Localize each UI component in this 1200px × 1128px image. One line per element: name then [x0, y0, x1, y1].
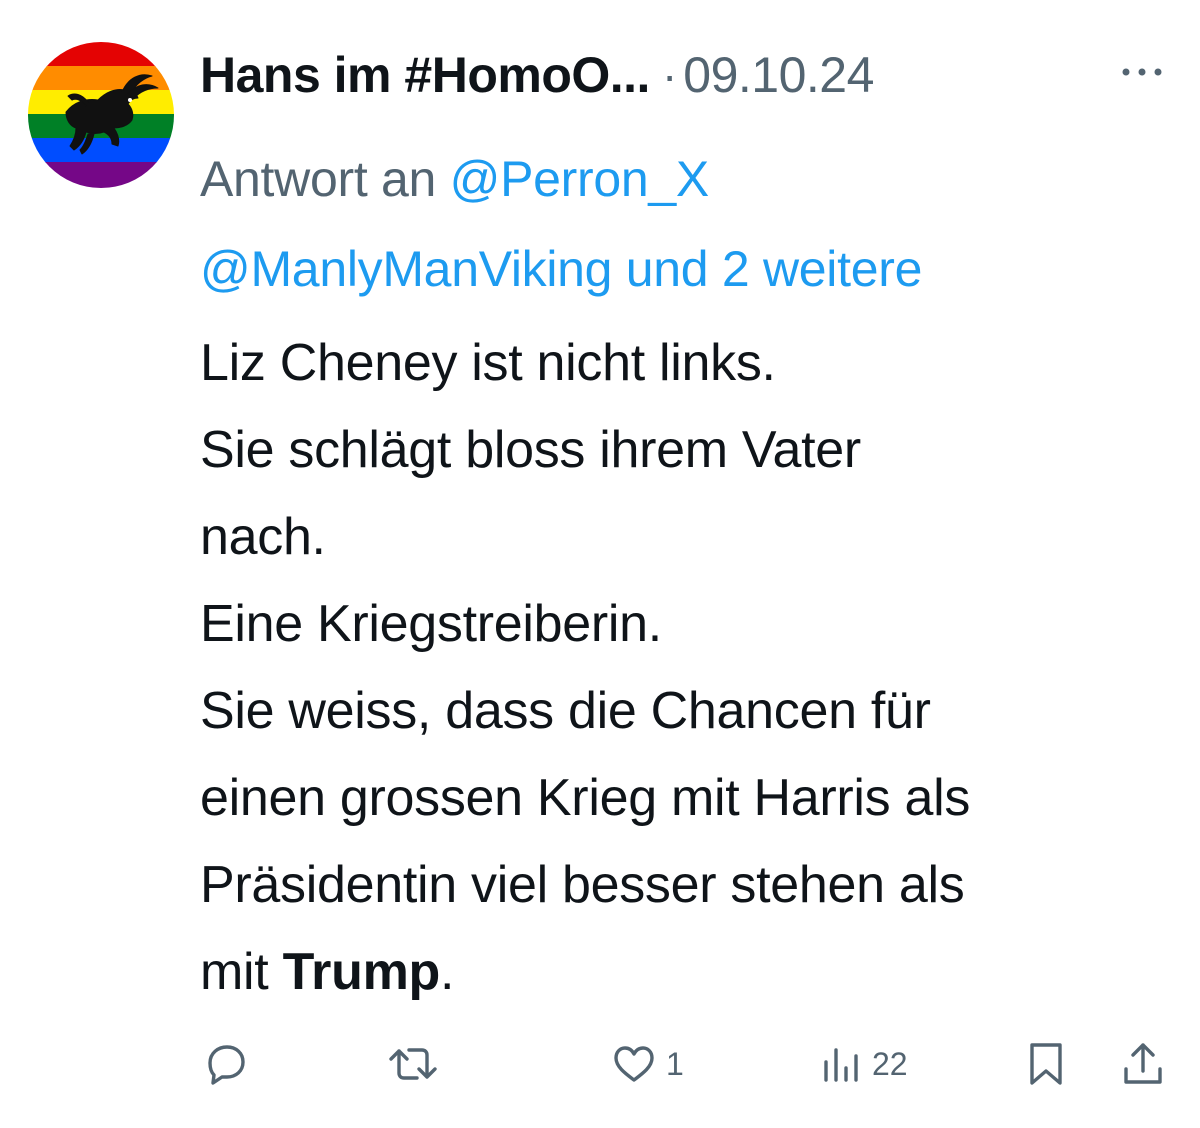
retweet-icon: [389, 1048, 437, 1080]
retweet-button[interactable]: [385, 1032, 441, 1096]
last-line-prefix: mit: [200, 943, 283, 1001]
body-line: nach.: [200, 508, 326, 566]
speech-bubble-icon: [208, 1045, 245, 1085]
tweet[interactable]: Hans im #HomoO... · 09.10.24 Antwort an …: [0, 0, 1200, 1128]
header-separator: ·: [661, 49, 678, 101]
views-button[interactable]: 22: [818, 1032, 908, 1096]
reply-mention-perron[interactable]: @Perron_X: [450, 151, 710, 207]
share-button[interactable]: [1118, 1032, 1168, 1096]
bookmark-icon: [1030, 1043, 1062, 1085]
bold-word: Trump: [282, 943, 441, 1001]
reply-mention-manlymanviking[interactable]: @ManlyManViking: [200, 241, 612, 297]
body-line: Liz Cheney ist nicht links.: [200, 334, 776, 392]
tweet-date[interactable]: 09.10.24: [683, 46, 874, 104]
body-line: Präsidentin viel besser stehen als: [200, 856, 965, 914]
more-horizontal-icon: [1122, 68, 1162, 76]
more-options-button[interactable]: [1116, 56, 1168, 86]
action-bar: 1 22: [0, 1032, 1200, 1096]
body-line: Eine Kriegstreiberin.: [200, 595, 662, 653]
like-button[interactable]: 1: [610, 1032, 684, 1096]
reply-more-mentions[interactable]: und 2 weitere: [612, 241, 923, 297]
reply-context: Antwort an @Perron_X @ManlyManViking und…: [200, 134, 1180, 314]
share-icon: [1124, 1043, 1162, 1084]
author-display-name[interactable]: Hans im #HomoO...: [200, 46, 650, 104]
views-count: 22: [872, 1045, 908, 1082]
bookmark-button[interactable]: [1024, 1032, 1068, 1096]
reply-prefix: Antwort an: [200, 151, 450, 207]
body-line: einen grossen Krieg mit Harris als: [200, 769, 971, 827]
tweet-header: Hans im #HomoO... · 09.10.24: [200, 40, 874, 110]
reply-button[interactable]: [200, 1032, 250, 1096]
body-line-last: mit Trump.: [200, 929, 1180, 1016]
rainbow-ibex-avatar-icon: [28, 42, 174, 188]
avatar[interactable]: [28, 42, 174, 188]
body-line: Sie weiss, dass die Chancen für: [200, 682, 931, 740]
like-count: 1: [666, 1045, 684, 1082]
tweet-body: Liz Cheney ist nicht links. Sie schlägt …: [200, 320, 1180, 1016]
bar-chart-icon: [824, 1048, 858, 1082]
heart-icon: [614, 1046, 654, 1082]
body-line: Sie schlägt bloss ihrem Vater: [200, 421, 861, 479]
last-line-suffix: .: [439, 943, 455, 1001]
